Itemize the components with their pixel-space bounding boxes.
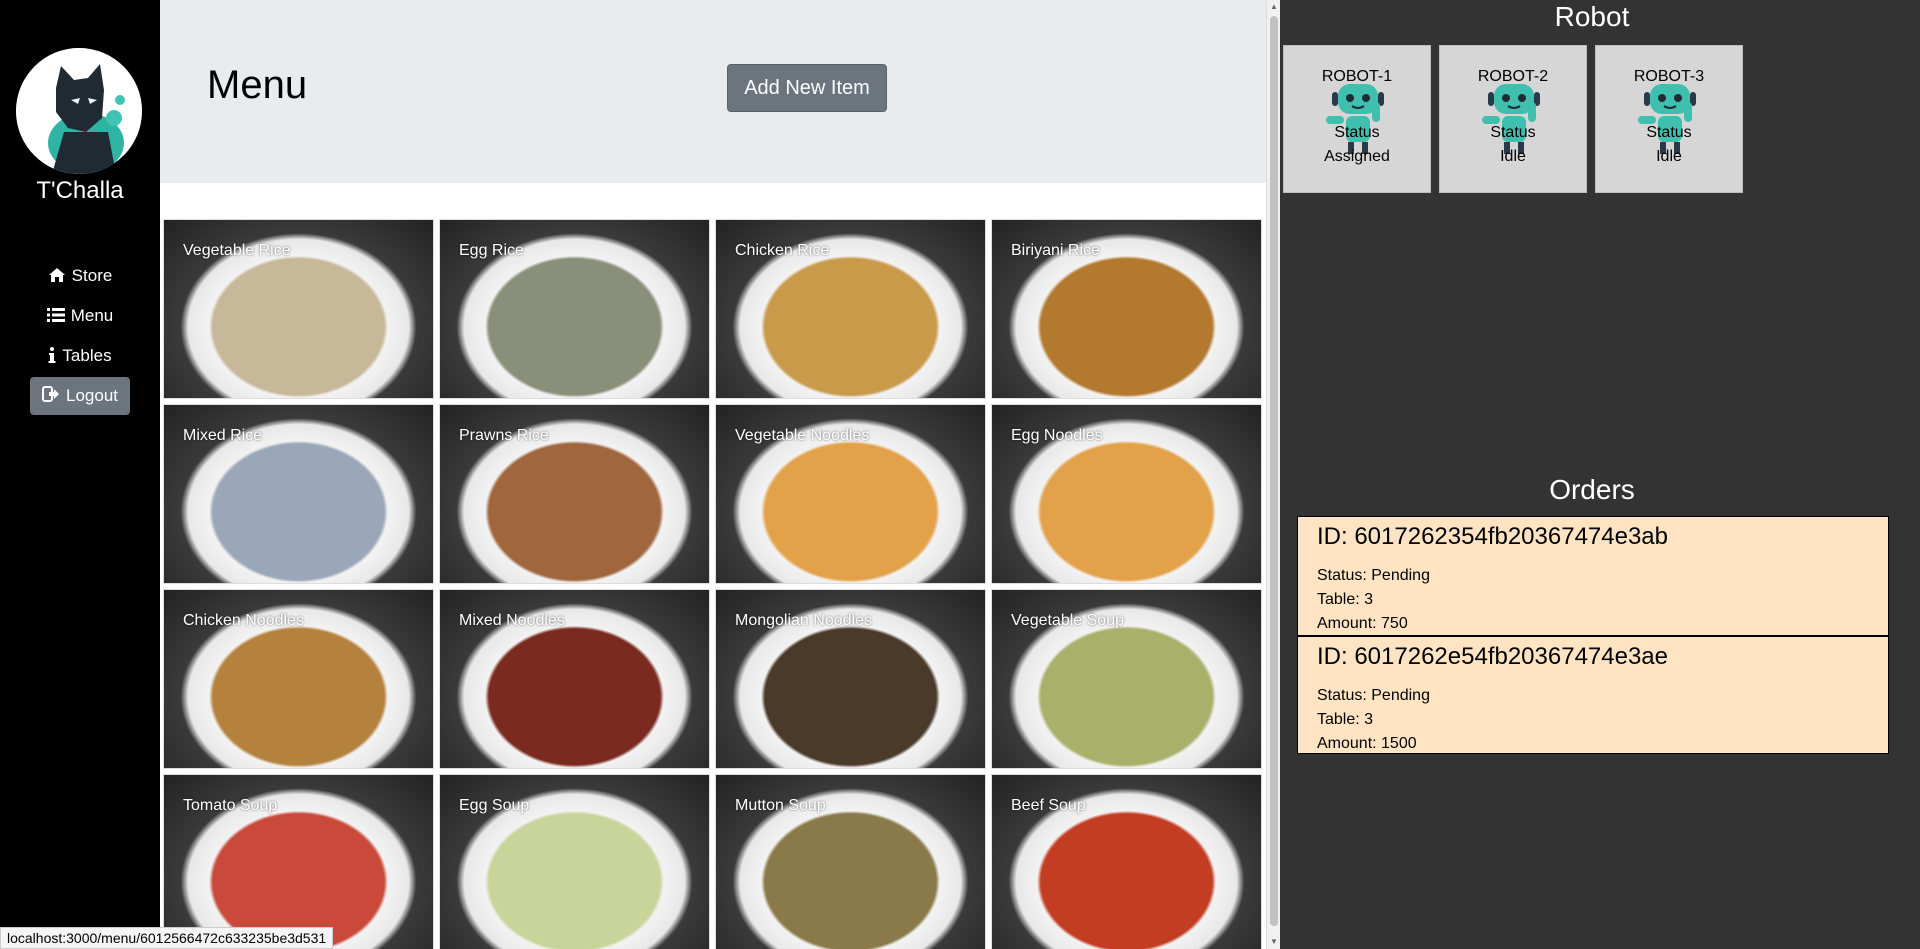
scroll-thumb[interactable]: [1270, 16, 1278, 926]
orders-heading: Orders: [1549, 474, 1635, 505]
menu-item-title: Egg Rice: [459, 242, 524, 259]
order-id: ID: 6017262354fb20367474e3ab: [1317, 523, 1668, 550]
sidebar-item-menu[interactable]: Menu: [0, 306, 160, 328]
add-new-item-button[interactable]: Add New Item: [727, 64, 887, 112]
menu-item-card[interactable]: Vegetable Soup: [991, 589, 1262, 769]
menu-item-title: Vegetable Soup: [1011, 612, 1124, 629]
robot-heading: Robot: [1554, 1, 1630, 32]
menu-item-card[interactable]: Vegetable Rice: [163, 219, 434, 399]
menu-item-card[interactable]: Beef Soup: [991, 774, 1262, 949]
menu-item-card[interactable]: Mixed Rice: [163, 404, 434, 584]
main-content: Menu Add New Item Vegetable Rice Egg Rice…: [160, 0, 1266, 949]
avatar: [16, 48, 142, 174]
menu-item-title: Mixed Noodles: [459, 612, 565, 629]
menu-item-title: Egg Noodles: [1011, 427, 1103, 444]
order-amount: Amount: 1500: [1317, 735, 1417, 752]
robot-status-label: Status: [1646, 124, 1692, 141]
robot-status-label: Status: [1490, 124, 1536, 141]
scroll-up-arrow-icon[interactable]: ▲: [1267, 0, 1281, 14]
sidebar: T'Challa Store Menu Tables Logout: [0, 0, 160, 949]
logout-label: Logout: [66, 386, 118, 405]
sidebar-item-store[interactable]: Store: [0, 266, 160, 288]
menu-item-card[interactable]: Mongolian Noodles: [715, 589, 986, 769]
sidebar-item-label: Tables: [62, 346, 112, 365]
logout-button[interactable]: Logout: [30, 377, 130, 415]
sidebar-item-tables[interactable]: Tables: [0, 346, 160, 368]
sign-out-icon: [42, 385, 60, 407]
order-status: Status: Pending: [1317, 567, 1430, 584]
menu-item-card[interactable]: Mutton Soup: [715, 774, 986, 949]
menu-item-card[interactable]: Vegetable Noodles: [715, 404, 986, 584]
menu-item-card[interactable]: Tomato Soup: [163, 774, 434, 949]
menu-item-card[interactable]: Prawns Rice: [439, 404, 710, 584]
avatar-panther-icon: [16, 48, 142, 174]
page-title: Menu: [207, 63, 308, 107]
robot-card[interactable]: ROBOT-2 Status Idle: [1439, 45, 1587, 193]
menu-item-title: Prawns Rice: [459, 427, 549, 444]
menu-item-card[interactable]: Biriyani Rice: [991, 219, 1262, 399]
robot-icon: [1628, 76, 1712, 156]
menu-item-title: Mixed Rice: [183, 427, 263, 444]
browser-status-url: localhost:3000/menu/6012566472c633235be3…: [0, 927, 334, 949]
robot-status-value: Idle: [1500, 148, 1526, 165]
order-table: Table: 3: [1317, 591, 1374, 608]
menu-item-title: Mutton Soup: [735, 797, 826, 814]
robot-status-label: Status: [1334, 124, 1380, 141]
menu-header: Menu Add New Item: [160, 0, 1266, 183]
robot-name: ROBOT-2: [1477, 68, 1549, 85]
info-icon: [48, 347, 56, 368]
order-table: Table: 3: [1317, 711, 1374, 728]
order-id: ID: 6017262e54fb20367474e3ae: [1317, 643, 1668, 670]
order-card[interactable]: ID: 6017262e54fb20367474e3ae Status: Pend…: [1297, 636, 1889, 754]
robot-name: ROBOT-1: [1321, 68, 1393, 85]
menu-item-title: Biriyani Rice: [1011, 242, 1100, 259]
order-amount: Amount: 750: [1317, 615, 1408, 632]
menu-item-card[interactable]: Chicken Rice: [715, 219, 986, 399]
robot-card[interactable]: ROBOT-3 Status Idle: [1595, 45, 1743, 193]
menu-item-card[interactable]: Mixed Noodles: [439, 589, 710, 769]
sidebar-item-label: Menu: [70, 306, 114, 325]
username: T'Challa: [36, 177, 124, 204]
menu-item-card[interactable]: Egg Soup: [439, 774, 710, 949]
sidebar-item-label: Store: [71, 266, 113, 285]
menu-item-title: Beef Soup: [1011, 797, 1086, 814]
robot-status-value: Idle: [1656, 148, 1682, 165]
menu-item-title: Chicken Rice: [735, 242, 830, 259]
menu-item-card[interactable]: Egg Rice: [439, 219, 710, 399]
main-scrollbar[interactable]: ▲ ▼: [1266, 0, 1280, 949]
order-status: Status: Pending: [1317, 687, 1430, 704]
list-icon: [46, 307, 65, 328]
robot-icon: [1472, 76, 1556, 156]
menu-item-title: Vegetable Rice: [183, 242, 291, 259]
menu-item-card[interactable]: Egg Noodles: [991, 404, 1262, 584]
scroll-down-arrow-icon[interactable]: ▼: [1267, 935, 1281, 949]
menu-item-title: Mongolian Noodles: [735, 612, 872, 629]
menu-item-title: Chicken Noodles: [183, 612, 304, 629]
robot-card[interactable]: ROBOT-1 Status Assigned: [1283, 45, 1431, 193]
menu-item-title: Tomato Soup: [183, 797, 278, 814]
robot-name: ROBOT-3: [1633, 68, 1705, 85]
robot-icon: [1316, 76, 1400, 156]
home-icon: [48, 267, 66, 288]
right-panel: Robot ROBOT-1 Status Assigned ROBOT-2 Status…: [1280, 0, 1920, 949]
order-card[interactable]: ID: 6017262354fb20367474e3ab Status: Pend…: [1297, 516, 1889, 636]
menu-item-title: Vegetable Noodles: [735, 427, 870, 444]
menu-item-card[interactable]: Chicken Noodles: [163, 589, 434, 769]
menu-item-title: Egg Soup: [459, 797, 530, 814]
robot-status-value: Assigned: [1324, 148, 1390, 165]
